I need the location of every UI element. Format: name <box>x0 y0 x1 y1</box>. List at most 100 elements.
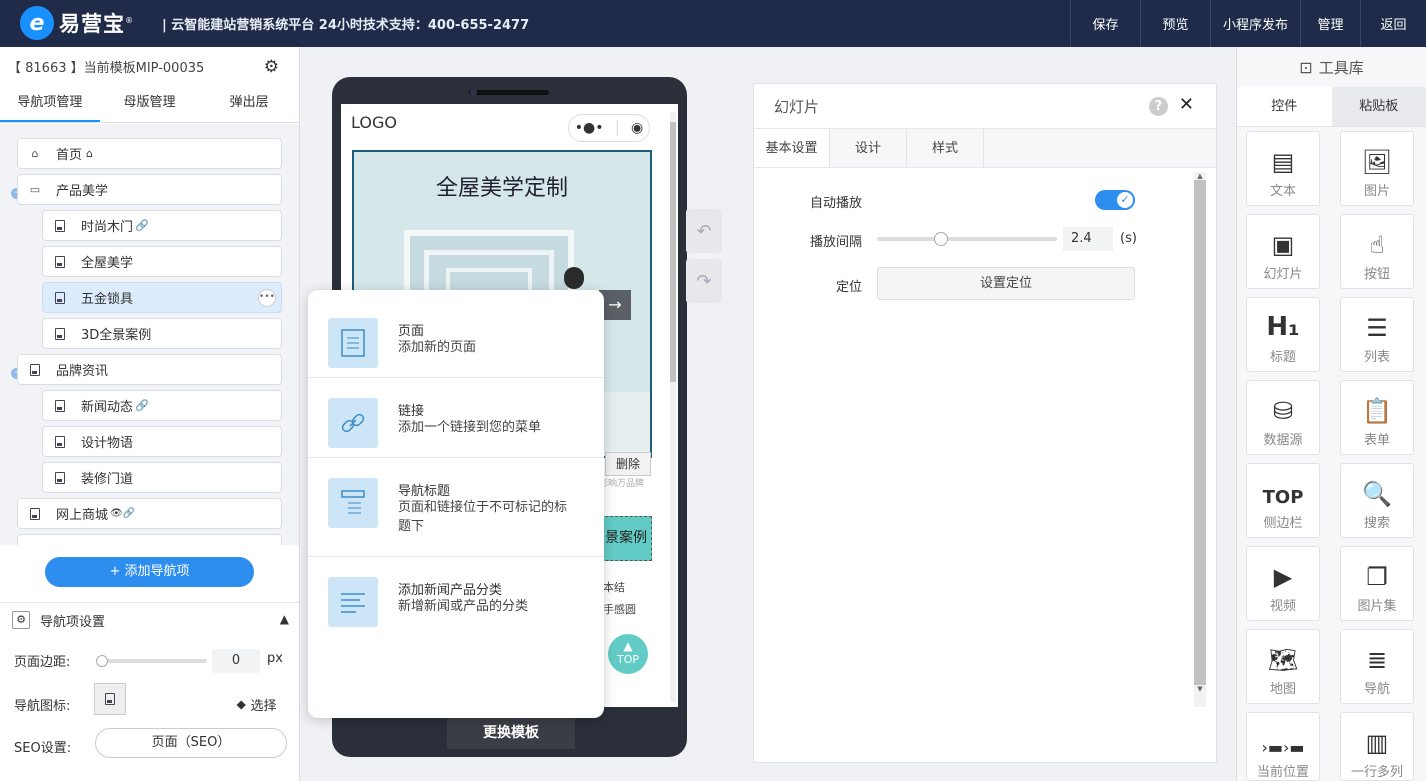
redo-icon[interactable]: ↷ <box>686 259 722 303</box>
change-template-button[interactable]: 更换模板 <box>447 717 575 749</box>
nav-item-label: 产品美学 <box>56 184 109 199</box>
tool-datasource[interactable]: ⛁ 数据源 <box>1246 380 1320 455</box>
tool-text[interactable]: ▤ 文本 <box>1246 131 1320 206</box>
add-nav-item-button[interactable]: + 添加导航项 <box>45 557 254 587</box>
margin-input[interactable]: 0 <box>212 649 260 673</box>
heading-icon: H₁ <box>1266 312 1300 342</box>
tool-multi-column[interactable]: ▥ 一行多列 <box>1340 712 1414 781</box>
up-arrow-icon: ▲ <box>623 639 633 653</box>
nav-settings-header[interactable]: ⚙ 导航项设置 ▲ <box>0 603 299 637</box>
nav-item-label: 新闻动态 <box>81 400 134 415</box>
nav-item-whole-house[interactable]: 全屋美学 <box>42 246 282 277</box>
close-icon[interactable]: ✕ <box>1179 94 1194 115</box>
tab-popup-layer[interactable]: 弹出层 <box>199 85 299 122</box>
undo-icon[interactable]: ↶ <box>686 209 722 253</box>
tool-sidebar[interactable]: TOP 侧边栏 <box>1246 463 1320 538</box>
nav-item-wood-doors[interactable]: 时尚木门 🔗 <box>42 210 282 241</box>
autoplay-toggle[interactable]: ✓ <box>1095 190 1135 210</box>
brand-logo[interactable]: e 易营宝® <box>20 5 134 41</box>
preview-button[interactable]: 预览 <box>1140 0 1210 47</box>
nav-item-brand-news[interactable]: 品牌资讯 <box>17 354 282 385</box>
scroll-down-icon[interactable]: ▼ <box>1194 685 1206 693</box>
position-label: 定位 <box>836 280 863 295</box>
nav-item-online-store[interactable]: 网上商城 👁🔗 <box>17 498 282 529</box>
popup-item-desc: 添加新的页面 <box>398 340 477 355</box>
margin-slider[interactable] <box>96 655 207 667</box>
help-icon[interactable]: ? <box>1149 97 1168 116</box>
nav-icon-label: 导航图标: <box>14 699 71 714</box>
save-button[interactable]: 保存 <box>1070 0 1140 47</box>
interval-input[interactable]: 2.4 <box>1063 227 1113 251</box>
close-circle-icon[interactable]: ◉ <box>631 120 643 136</box>
seo-button[interactable]: 页面（SEO） <box>95 728 287 758</box>
tab-basic-settings[interactable]: 基本设置 <box>754 129 830 167</box>
tool-breadcrumb[interactable]: ›▬›▬ 当前位置 <box>1246 712 1320 781</box>
delete-button[interactable]: 删除 <box>605 452 651 476</box>
link-icon: 🔗 <box>135 399 149 412</box>
tool-map[interactable]: 🗺 地图 <box>1246 629 1320 704</box>
slider-handle[interactable] <box>934 232 948 246</box>
nav-item-news[interactable]: 新闻动态 🔗 <box>42 390 282 421</box>
popup-item-link[interactable]: 链接 添加一个链接到您的菜单 <box>308 378 604 458</box>
nav-icon-preview[interactable] <box>94 683 126 715</box>
more-icon[interactable]: •●• <box>575 120 604 136</box>
nav-item-products[interactable]: ▭ 产品美学 <box>17 174 282 205</box>
side-text-1: 本结 <box>603 581 625 594</box>
tool-video[interactable]: ▶ 视频 <box>1246 546 1320 621</box>
tool-navigation[interactable]: ≣ 导航 <box>1340 629 1414 704</box>
tool-heading[interactable]: H₁ 标题 <box>1246 297 1320 372</box>
select-icon-button[interactable]: ⯁ 选择 <box>236 695 277 714</box>
popup-item-page[interactable]: 页面 添加新的页面 <box>308 290 604 378</box>
popup-item-nav-title[interactable]: 导航标题 页面和链接位于不可标记的标题下 <box>308 458 604 557</box>
nav-item-design-stories[interactable]: 设计物语 <box>42 426 282 457</box>
tab-nav-management[interactable]: 导航项管理 <box>0 85 100 122</box>
tool-slideshow[interactable]: ▣ 幻灯片 <box>1246 214 1320 289</box>
popup-item-category[interactable]: 添加新闻产品分类 新增新闻或产品的分类 <box>308 557 604 647</box>
margin-label: 页面边距: <box>14 655 71 670</box>
back-to-top-button[interactable]: ▲ TOP <box>608 634 648 674</box>
logo-text: 易营宝 <box>59 12 125 36</box>
tool-form[interactable]: 📋 表单 <box>1340 380 1414 455</box>
nav-item-settings: ⚙ 导航项设置 ▲ 页面边距: 0 px 导航图标: ⯁ 选择 SEO设置: 页… <box>0 602 299 758</box>
nav-settings-title: 导航项设置 <box>40 614 106 630</box>
more-options-icon[interactable]: ••• <box>258 289 276 307</box>
site-logo[interactable]: LOGO <box>351 113 397 132</box>
top-nav: 保存 预览 小程序发布 管理 返回 <box>1070 0 1426 47</box>
page-icon <box>53 399 67 413</box>
video-icon: ▶ <box>1273 563 1293 591</box>
interval-slider[interactable] <box>877 232 1057 246</box>
set-position-button[interactable]: 设置定位 <box>877 267 1135 300</box>
miniprogram-publish-button[interactable]: 小程序发布 <box>1210 0 1300 47</box>
tab-master-management[interactable]: 母版管理 <box>100 85 200 122</box>
phone-scrollbar[interactable] <box>670 112 676 702</box>
nav-item-label: 3D全景案例 <box>81 328 152 343</box>
nav-item-partial[interactable] <box>17 534 282 545</box>
collapse-arrow-icon[interactable]: ▲ <box>280 612 289 626</box>
nav-item-decoration-tips[interactable]: 装修门道 <box>42 462 282 493</box>
nav-item-hardware-locks[interactable]: 五金锁具 ••• <box>42 282 282 313</box>
manage-button[interactable]: 管理 <box>1300 0 1360 47</box>
back-button[interactable]: 返回 <box>1360 0 1426 47</box>
tab-controls[interactable]: 控件 <box>1237 87 1332 126</box>
tool-search[interactable]: 🔍 搜索 <box>1340 463 1414 538</box>
tab-clipboard[interactable]: 粘贴板 <box>1331 87 1426 126</box>
pointer-hand-icon: ☝ <box>1369 231 1385 259</box>
tool-button[interactable]: ☝ 按钮 <box>1340 214 1414 289</box>
nav-item-label: 五金锁具 <box>81 292 134 307</box>
phone-camera <box>470 89 477 96</box>
miniprogram-capsule[interactable]: •●• | ◉ <box>568 114 650 142</box>
category-icon <box>328 577 378 627</box>
page-icon <box>53 255 67 269</box>
gear-icon[interactable]: ⚙ <box>264 57 279 77</box>
scroll-up-icon[interactable]: ▲ <box>1194 172 1206 180</box>
tab-design[interactable]: 设计 <box>830 129 907 167</box>
tab-style[interactable]: 样式 <box>907 129 984 167</box>
tool-image[interactable]: 🖼 图片 <box>1340 131 1414 206</box>
slider-handle[interactable] <box>96 655 108 667</box>
tool-list[interactable]: ☰ 列表 <box>1340 297 1414 372</box>
tool-gallery[interactable]: ❐ 图片集 <box>1340 546 1414 621</box>
panel-scrollbar[interactable]: ▲ ▼ <box>1194 172 1206 707</box>
nav-item-home[interactable]: ⌂ 首页 ⌂ <box>17 138 282 169</box>
nav-item-3d-cases[interactable]: 3D全景案例 <box>42 318 282 349</box>
list-icon: ☰ <box>1366 314 1388 342</box>
